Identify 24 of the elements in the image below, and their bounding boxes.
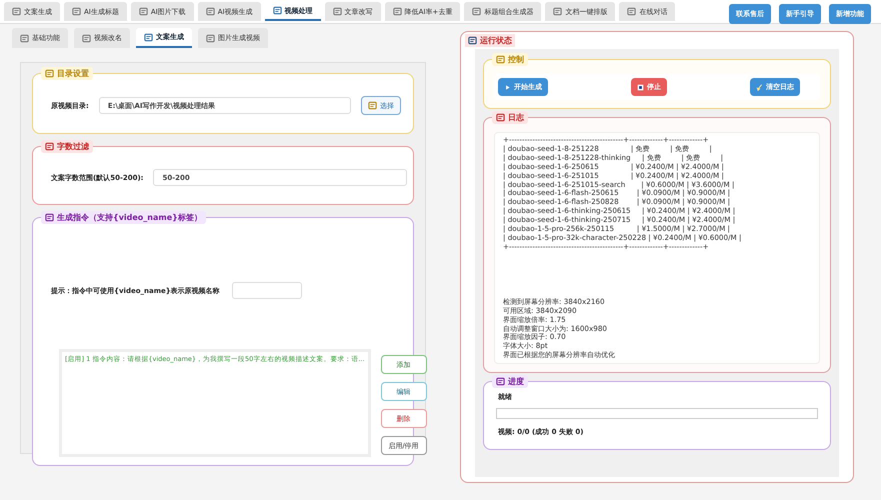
tab-icon (20, 34, 29, 42)
tab-icon (392, 7, 402, 16)
group-title: 目录设置 (57, 68, 89, 79)
group-title: 进度 (508, 376, 524, 387)
tab-icon (12, 7, 21, 16)
tab-icon (82, 34, 91, 42)
tab-icon (72, 7, 81, 16)
tab-icon (627, 7, 636, 16)
input-field[interactable] (232, 282, 302, 299)
tab-icon (332, 7, 342, 16)
tab-icon (206, 34, 215, 42)
group-title: 生成指令（支持{video_name}标签） (57, 212, 202, 223)
tab-icon (144, 32, 153, 42)
stop-icon (637, 84, 644, 90)
group-title: 字数过滤 (57, 141, 89, 152)
tab-icon (138, 7, 148, 16)
tab-icon (553, 7, 562, 16)
group-title: 运行状态 (480, 35, 512, 46)
group-title: 日志 (508, 112, 524, 123)
tab-icon (472, 7, 482, 16)
tab-icon (206, 7, 215, 16)
group-title: 控制 (508, 54, 524, 65)
tab-icon (272, 6, 282, 15)
play-icon (504, 84, 511, 90)
